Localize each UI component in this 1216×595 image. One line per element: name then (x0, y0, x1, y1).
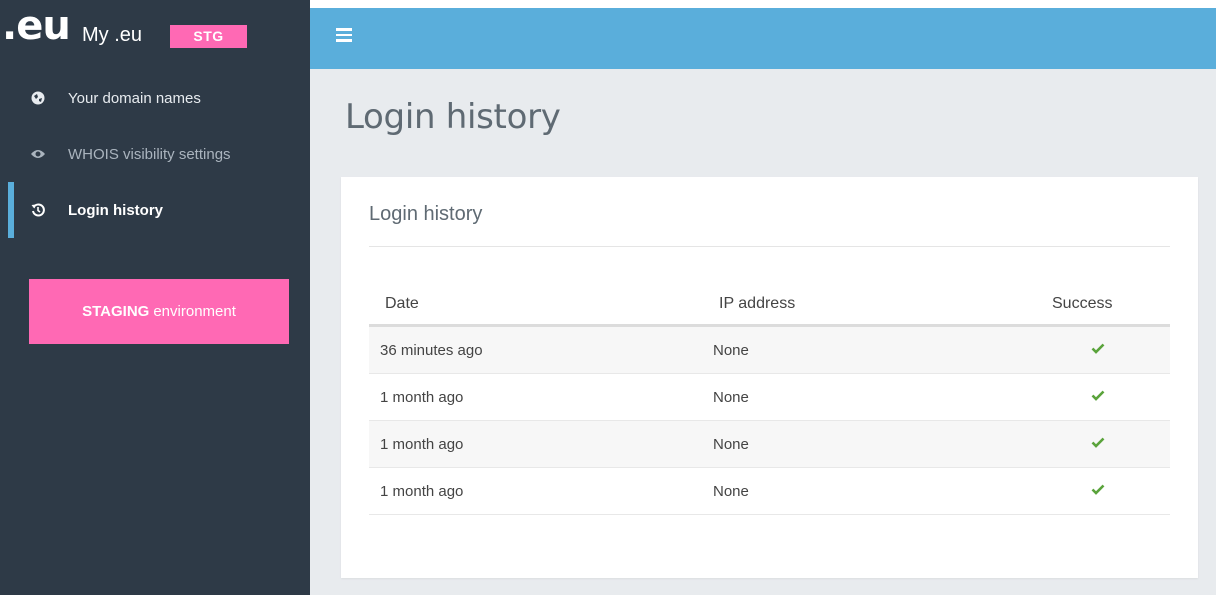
check-icon (1091, 482, 1105, 496)
topbar-gap (310, 0, 1216, 8)
check-icon (1091, 388, 1105, 402)
eye-icon (30, 146, 46, 162)
sidebar-item-label: Login history (68, 201, 163, 219)
check-icon (1091, 341, 1105, 355)
table-row: 36 minutes ago None (369, 327, 1170, 374)
globe-icon (30, 90, 46, 106)
environment-badge: STG (170, 25, 247, 48)
column-header-date[interactable]: Date (385, 295, 419, 313)
app-title: My .eu (82, 24, 143, 46)
cell-date: 1 month ago (380, 389, 464, 406)
cell-ip: None (713, 436, 749, 453)
login-history-card: Login history Date IP address Success 36… (341, 177, 1198, 578)
cell-ip: None (713, 342, 749, 359)
history-icon (30, 202, 46, 218)
staging-rest: environment (153, 303, 236, 320)
sidebar-item-whois-visibility[interactable]: WHOIS visibility settings (8, 126, 310, 182)
sidebar-item-label: Your domain names (68, 89, 201, 107)
staging-environment-banner: STAGING environment (29, 279, 289, 344)
table-header: Date IP address Success (369, 281, 1170, 327)
column-header-success[interactable]: Success (1052, 295, 1112, 313)
sidebar-item-label: WHOIS visibility settings (68, 145, 231, 163)
cell-date: 36 minutes ago (380, 342, 483, 359)
sidebar-item-login-history[interactable]: Login history (8, 182, 310, 238)
staging-bold: STAGING (82, 303, 150, 320)
sidebar-item-domain-names[interactable]: Your domain names (8, 70, 310, 126)
brand[interactable]: .eu My .eu STG (0, 0, 310, 68)
cell-ip: None (713, 389, 749, 406)
cell-date: 1 month ago (380, 436, 464, 453)
active-indicator (8, 182, 14, 238)
cell-ip: None (713, 483, 749, 500)
eu-logo: .eu (2, 3, 71, 49)
table-row: 1 month ago None (369, 421, 1170, 468)
column-header-ip[interactable]: IP address (719, 295, 795, 313)
topbar (310, 8, 1216, 69)
login-history-table: Date IP address Success 36 minutes ago N… (369, 281, 1170, 515)
table-row: 1 month ago None (369, 468, 1170, 515)
card-title: Login history (369, 203, 483, 225)
sidebar: .eu My .eu STG Your domain names WHOIS v… (0, 0, 310, 595)
table-row: 1 month ago None (369, 374, 1170, 421)
divider (369, 246, 1170, 247)
page-title: Login history (345, 97, 561, 137)
cell-date: 1 month ago (380, 483, 464, 500)
check-icon (1091, 435, 1105, 449)
hamburger-menu-icon[interactable] (336, 28, 352, 42)
